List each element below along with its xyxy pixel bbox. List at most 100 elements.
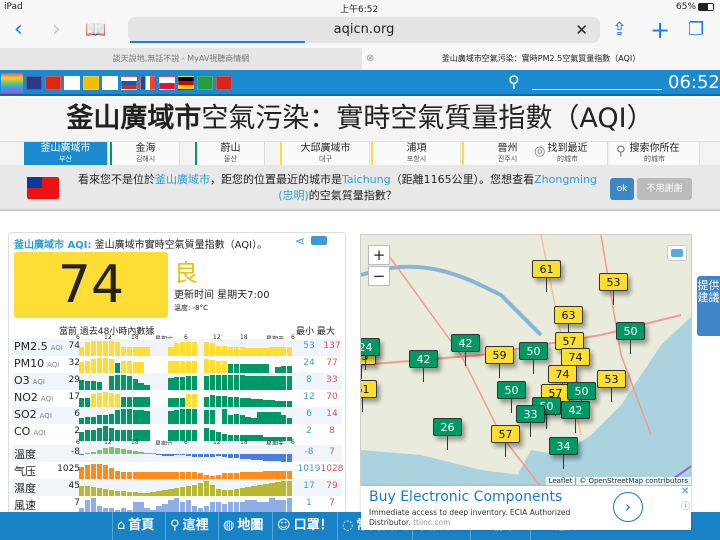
aqi-station-marker[interactable]: 53 [597, 370, 626, 402]
aqi-station-marker[interactable]: 42 [409, 350, 438, 382]
aqi-station-marker[interactable]: 26 [433, 418, 462, 450]
sparkline-bar [251, 435, 257, 441]
aqi-station-marker[interactable]: 50 [616, 322, 645, 354]
ok-button[interactable]: ok [610, 178, 634, 200]
ad-info-icon[interactable]: ⓘ [681, 499, 690, 512]
aqi-station-marker[interactable]: 74 [561, 348, 590, 380]
sparkline-bar [180, 398, 186, 407]
city-tab[interactable]: 釜山廣域市 부산 [24, 142, 108, 166]
clear-url-icon[interactable]: ✕ [575, 17, 588, 43]
sparkline-bar [138, 361, 144, 373]
tab-aqicn[interactable]: ⊗ 釜山廣域市空氣污染：實時PM2.5空氣質量指數（AQI） [362, 48, 720, 70]
city-tab[interactable]: ⚲ 搜索你所在 的城市 [610, 142, 700, 166]
ad-close-icon[interactable]: ✕ [681, 486, 689, 497]
row-label: PM2.5 AQI [14, 340, 63, 353]
aqi-station-marker[interactable]: 33 [516, 405, 545, 437]
nav-here[interactable]: ⚲ 這裡 [165, 512, 209, 540]
aqi-station-marker[interactable]: 50 [497, 381, 526, 413]
city-tab[interactable]: 蔚山 울산 [195, 142, 265, 166]
aqi-station-marker[interactable]: 57 [491, 425, 520, 457]
aqi-station-marker[interactable]: 61 [532, 260, 561, 292]
row-min: 1 [306, 498, 312, 508]
sparkline-bar [245, 454, 251, 459]
row-sparkline [79, 462, 293, 479]
layers-icon[interactable] [311, 236, 327, 245]
flag-es-icon[interactable] [83, 76, 99, 90]
city-tab[interactable]: 大邱廣域市 대구 [280, 142, 370, 166]
flag-pl-icon[interactable] [159, 76, 175, 90]
zoom-in-button[interactable]: + [368, 245, 390, 265]
nav-map[interactable]: ◍ 地圖 [218, 512, 263, 540]
sparkline-bar [180, 409, 186, 424]
city-sub: 울산 [224, 155, 237, 163]
flag-vn-icon[interactable] [216, 76, 232, 90]
sparkline-bar [168, 472, 174, 479]
nav-mask[interactable]: ☺ 口罩！ [272, 512, 333, 540]
close-tab-icon[interactable]: ⊗ [366, 48, 374, 70]
aqi-station-marker[interactable]: 61 [361, 380, 377, 412]
city-name: 搜索你所在 [629, 143, 680, 154]
sparkline-bar [90, 486, 97, 496]
ad-banner[interactable]: Buy Electronic Components Immediate acce… [361, 486, 691, 530]
sparkline-bar [287, 366, 293, 373]
city-tab[interactable]: 金海 김해시 [110, 142, 180, 166]
row-max: 137 [323, 341, 341, 351]
sparkline-bar [114, 429, 120, 441]
row-name: 濕度 [14, 482, 36, 495]
city-tab[interactable]: 浦項 포항시 [371, 142, 461, 166]
map[interactable]: + − 61 53 63 50 57 42 42 59 50 74 74 53 50 57 50 50 42 33… [360, 234, 692, 486]
no-thanks-button[interactable]: 不用謝謝 [637, 178, 692, 200]
aqi-station-marker[interactable]: 63 [554, 306, 583, 338]
tabs-icon[interactable]: ❐ [688, 18, 704, 42]
notice-nearest-link[interactable]: Taichung [342, 173, 391, 186]
here-icon: ⚲ [170, 518, 180, 533]
flag-ru-icon[interactable] [121, 76, 137, 90]
notice-city-link[interactable]: 釜山廣域市 [155, 173, 210, 186]
aqi-station-marker[interactable]: 42 [451, 334, 480, 366]
aqi-station-marker[interactable]: 42 [561, 401, 590, 433]
ad-title[interactable]: Buy Electronic Components [369, 489, 562, 505]
row-name: PM10 [14, 357, 45, 370]
ad-arrow-icon[interactable]: › [613, 492, 643, 522]
aqi-station-marker[interactable]: 74 [548, 365, 577, 397]
nav-label: 地圖 [237, 518, 264, 533]
row-sparkline [79, 356, 293, 373]
search-input[interactable] [532, 89, 662, 90]
flag-jp-icon[interactable] [64, 76, 80, 90]
sparkline-bar [174, 410, 180, 424]
sparkline-bar [180, 377, 186, 390]
flag-kr-icon[interactable] [102, 76, 118, 90]
sparkline-bar [186, 376, 192, 390]
zoom-out-button[interactable]: − [368, 266, 390, 286]
sparkline-bar [144, 411, 150, 424]
aqi-station-marker[interactable]: 24 [361, 338, 380, 370]
city-tab[interactable]: ◎ 找到最近 的城市 [528, 142, 608, 166]
feedback-tab[interactable]: 提供建議 [697, 276, 720, 336]
tab-myav[interactable]: 談天說地,無話不說 - MyAV視聽商情網 [0, 48, 362, 70]
flag-br-icon[interactable] [197, 76, 213, 90]
back-icon[interactable]: ‹ [14, 18, 23, 42]
flag-uk-icon[interactable] [26, 76, 42, 90]
share-icon[interactable]: ⇪ [612, 18, 627, 42]
bookmarks-icon[interactable]: 📖 [85, 18, 106, 42]
aqi-station-marker[interactable]: 34 [549, 437, 578, 469]
map-attribution[interactable]: Leaflet | © OpenStreetMap contributors [545, 477, 691, 485]
aqi-station-marker[interactable]: 50 [567, 382, 596, 414]
flag-fr-icon[interactable] [140, 76, 156, 90]
nav-home[interactable]: ⌂ 首頁 [112, 512, 154, 540]
aqicn-logo-icon[interactable] [1, 73, 23, 93]
aqi-station-marker[interactable]: 59 [485, 346, 514, 378]
sparkline-bar [257, 472, 263, 479]
flag-de-icon[interactable] [178, 76, 194, 90]
address-bar[interactable]: aqicn.org ✕ [128, 17, 600, 43]
aqi-station-marker[interactable]: 53 [599, 273, 628, 305]
layers-icon[interactable] [667, 245, 687, 261]
search-icon[interactable]: ⚲ [508, 72, 520, 91]
new-tab-icon[interactable]: + [650, 18, 670, 42]
flag-cn-icon[interactable] [45, 76, 61, 90]
sparkline-bar [168, 398, 174, 407]
share-icon[interactable]: ⋖ [295, 234, 305, 248]
forward-icon[interactable]: › [52, 18, 61, 42]
sparkline-bar [114, 393, 120, 407]
aqi-station-marker[interactable]: 50 [519, 342, 548, 374]
